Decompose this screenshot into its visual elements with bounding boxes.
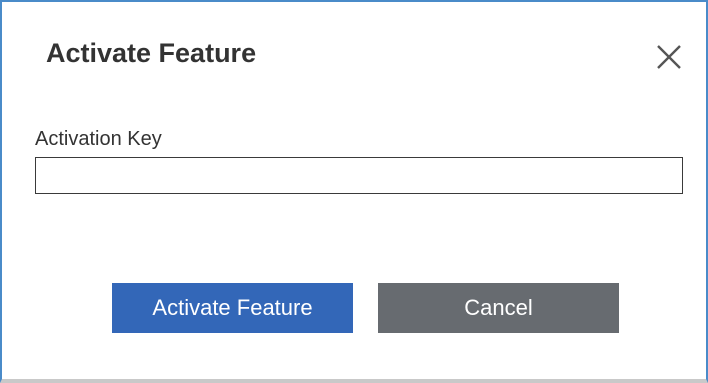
close-button[interactable] (652, 40, 686, 74)
activation-key-input[interactable] (35, 157, 683, 194)
activate-feature-dialog: Activate Feature Activation Key Activate… (0, 0, 708, 383)
close-icon (657, 45, 681, 69)
activate-feature-button[interactable]: Activate Feature (112, 283, 353, 333)
activation-key-label: Activation Key (35, 128, 162, 150)
cancel-button[interactable]: Cancel (378, 283, 619, 333)
dialog-title: Activate Feature (46, 38, 257, 68)
